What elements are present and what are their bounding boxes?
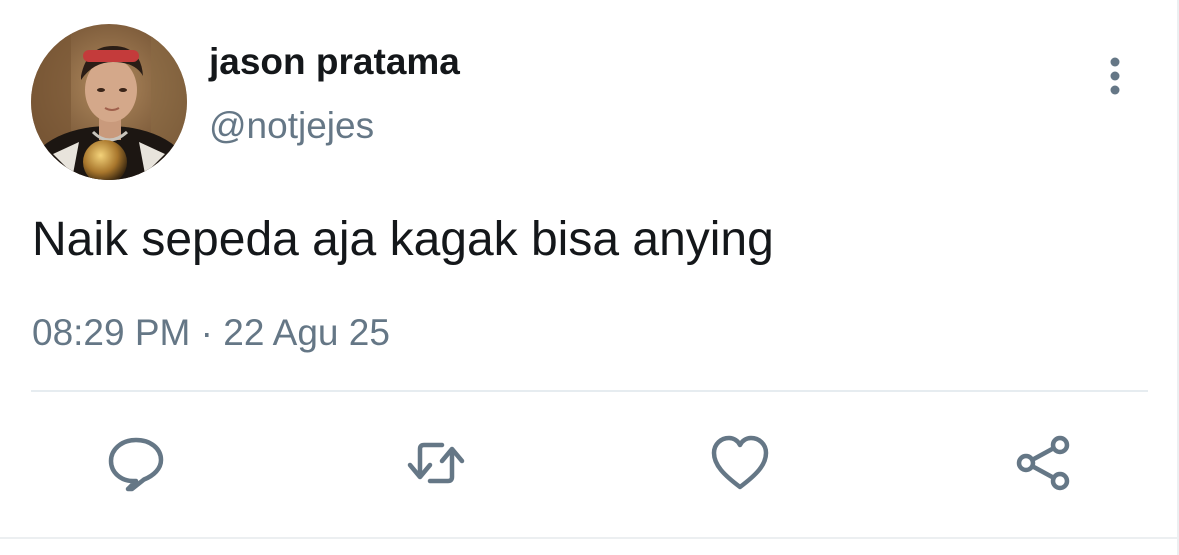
tweet-date: 22 Agu 25 xyxy=(223,312,390,353)
tweet-card: jason pratama @notjejes Naik sepeda aja … xyxy=(0,0,1179,555)
tweet-meta: 08:29 PM · 22 Agu 25 xyxy=(32,309,390,357)
like-button[interactable] xyxy=(710,433,770,493)
avatar[interactable] xyxy=(31,24,187,180)
heart-icon xyxy=(711,435,769,490)
card-bottom-border xyxy=(0,537,1179,539)
meta-separator: · xyxy=(200,312,213,353)
comment-bubble-icon xyxy=(108,437,164,492)
vertical-ellipsis-icon xyxy=(1110,57,1120,95)
share-icon xyxy=(1016,435,1070,491)
retweet-button[interactable] xyxy=(406,433,466,493)
divider xyxy=(31,390,1148,392)
handle[interactable]: @notjejes xyxy=(209,104,374,148)
display-name[interactable]: jason pratama xyxy=(209,40,460,84)
avatar-photo xyxy=(31,24,187,180)
reply-button[interactable] xyxy=(106,433,166,493)
tweet-text: Naik sepeda aja kagak bisa anying xyxy=(32,213,774,266)
more-options-button[interactable] xyxy=(1096,52,1134,100)
retweet-icon xyxy=(407,442,465,484)
tweet-time: 08:29 PM xyxy=(32,312,191,353)
share-button[interactable] xyxy=(1014,433,1074,493)
